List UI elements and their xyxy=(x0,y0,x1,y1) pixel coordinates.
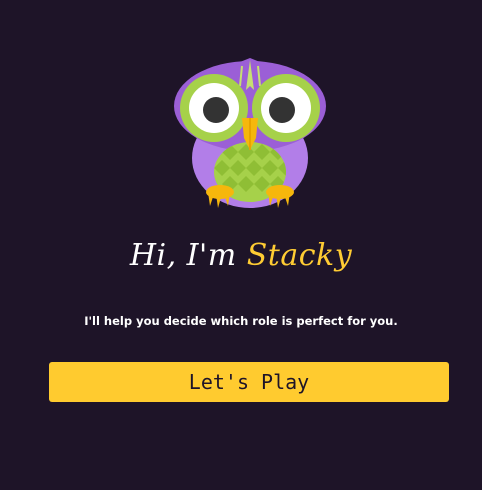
owl-mascot-icon xyxy=(174,58,326,208)
welcome-screen: Hi, I'm Stacky I'll help you decide whic… xyxy=(0,0,482,490)
subtitle-text: I'll help you decide which role is perfe… xyxy=(84,314,398,328)
mascot-name: Stacky xyxy=(246,238,353,273)
greeting-prefix: Hi, I'm xyxy=(129,238,247,273)
greeting-heading: Hi, I'm Stacky xyxy=(0,238,482,273)
lets-play-button[interactable]: Let's Play xyxy=(49,362,449,402)
